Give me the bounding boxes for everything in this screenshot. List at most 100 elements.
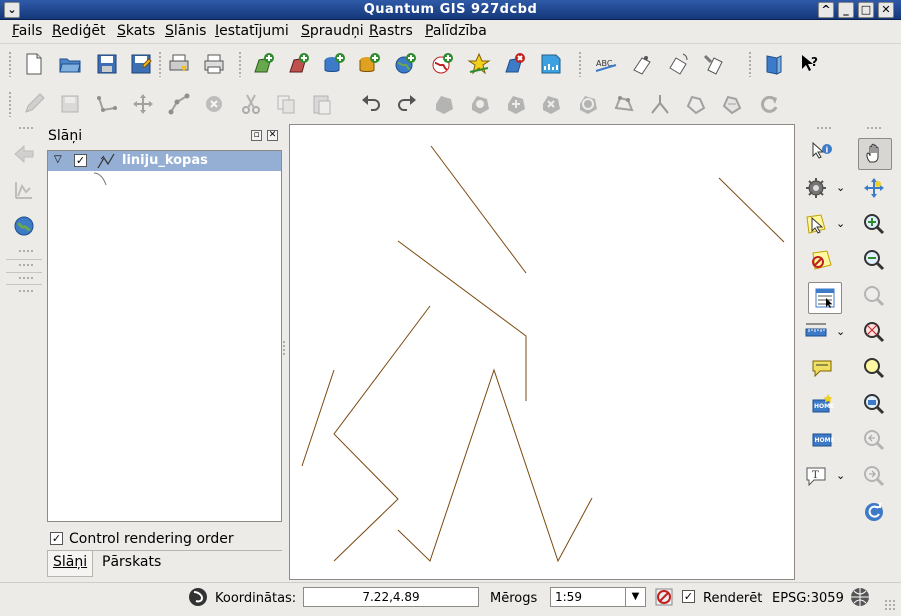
- toolbar-grip[interactable]: [18, 263, 34, 267]
- add-spatialite-layer-button[interactable]: [355, 50, 383, 78]
- print-button[interactable]: [200, 50, 228, 78]
- add-part-button[interactable]: [502, 90, 530, 118]
- measure-line-button[interactable]: [802, 318, 830, 346]
- zoom-full-button[interactable]: [860, 174, 888, 202]
- zoom-in-button[interactable]: [860, 210, 888, 238]
- zoom-actual-size-button[interactable]: [860, 354, 888, 382]
- split-features-button[interactable]: [646, 90, 674, 118]
- rotate-label-button[interactable]: [664, 50, 692, 78]
- delete-selected-button[interactable]: [200, 90, 228, 118]
- undo-button[interactable]: [357, 90, 385, 118]
- toggle-editing-button[interactable]: [20, 90, 48, 118]
- toolbar-grip[interactable]: [158, 51, 162, 77]
- remove-layer-button[interactable]: [501, 50, 529, 78]
- deselect-button[interactable]: [808, 246, 836, 274]
- zoom-next-button[interactable]: [860, 462, 888, 490]
- text-annotation-button[interactable]: T: [802, 462, 830, 490]
- tab-overview[interactable]: Pārskats: [97, 551, 166, 577]
- zoom-out-button[interactable]: [860, 246, 888, 274]
- new-vector-layer-button[interactable]: [465, 50, 493, 78]
- whats-this-button[interactable]: ?: [796, 50, 824, 78]
- add-postgis-layer-button[interactable]: [320, 50, 348, 78]
- map-tips-button[interactable]: [808, 354, 836, 382]
- toolbar-grip[interactable]: [8, 51, 12, 77]
- crs-status-button[interactable]: [846, 583, 874, 611]
- copy-features-button[interactable]: [272, 90, 300, 118]
- menu-file[interactable]: Fails: [12, 23, 42, 39]
- select-features-button[interactable]: [802, 210, 830, 238]
- new-bookmark-button[interactable]: HOME: [808, 390, 836, 418]
- chevron-down-icon[interactable]: ⌄: [836, 325, 845, 338]
- add-vector-layer-button[interactable]: [250, 50, 278, 78]
- save-project-button[interactable]: [93, 50, 121, 78]
- menu-plugins[interactable]: Spraudņi: [301, 23, 364, 39]
- menu-settings[interactable]: Iestatījumi: [215, 23, 289, 39]
- delete-part-button[interactable]: [574, 90, 602, 118]
- pan-button[interactable]: [858, 138, 892, 170]
- gps-tool-button[interactable]: [10, 140, 38, 168]
- map-canvas[interactable]: [289, 124, 795, 580]
- menu-help[interactable]: Palīdzība: [425, 23, 487, 39]
- georeferencer-button[interactable]: [10, 212, 38, 240]
- layer-item[interactable]: ▽ ✓ liniju_kopas: [48, 151, 281, 171]
- add-ring-button[interactable]: [466, 90, 494, 118]
- toolbar-grip[interactable]: [866, 126, 882, 130]
- capture-line-button[interactable]: [93, 90, 121, 118]
- menu-layer[interactable]: Slānis: [165, 23, 206, 39]
- layer-visibility-checkbox[interactable]: ✓: [74, 154, 87, 167]
- merge-features-button[interactable]: [682, 90, 710, 118]
- new-grid-button[interactable]: [537, 50, 565, 78]
- change-label-button[interactable]: [700, 50, 728, 78]
- help-button[interactable]: [760, 50, 788, 78]
- profile-tool-button[interactable]: [10, 176, 38, 204]
- window-minimize-button[interactable]: _: [838, 2, 854, 18]
- tab-layers[interactable]: Slāņi: [47, 551, 94, 577]
- chevron-down-icon[interactable]: ⌄: [836, 181, 845, 194]
- render-checkbox[interactable]: ✓: [682, 590, 695, 603]
- merge-attributes-button[interactable]: [718, 90, 746, 118]
- layer-tree[interactable]: ▽ ✓ liniju_kopas: [47, 150, 282, 522]
- refresh-button[interactable]: [860, 498, 888, 526]
- identify-button[interactable]: i: [808, 138, 836, 166]
- add-wfs-layer-button[interactable]: [428, 50, 456, 78]
- toolbar-grip[interactable]: [18, 289, 34, 293]
- toolbar-grip[interactable]: [8, 91, 12, 117]
- zoom-to-layer-button[interactable]: [860, 318, 888, 346]
- coordinates-field[interactable]: 7.22,4.89: [303, 587, 479, 607]
- window-shade-button[interactable]: ^: [818, 2, 834, 18]
- control-rendering-order-checkbox[interactable]: ✓: [50, 532, 63, 545]
- menu-edit[interactable]: Rediģēt: [52, 23, 106, 39]
- zoom-last-button[interactable]: [860, 426, 888, 454]
- toggle-extents-button[interactable]: [184, 583, 212, 611]
- toolbar-grip[interactable]: [18, 276, 34, 280]
- resize-grip[interactable]: [884, 599, 896, 611]
- print-composer-button[interactable]: [165, 50, 193, 78]
- chevron-down-icon[interactable]: ⌄: [836, 217, 845, 230]
- rotate-point-symbols-button[interactable]: [755, 90, 783, 118]
- scale-combo[interactable]: 1:59 ▼: [550, 587, 646, 607]
- redo-button[interactable]: [393, 90, 421, 118]
- paste-features-button[interactable]: [308, 90, 336, 118]
- open-project-button[interactable]: [56, 50, 84, 78]
- save-edits-button[interactable]: [56, 90, 84, 118]
- open-attribute-table-button[interactable]: [808, 282, 842, 314]
- toolbar-grip[interactable]: [748, 51, 752, 77]
- add-wms-layer-button[interactable]: [391, 50, 419, 78]
- crs-label[interactable]: EPSG:3059: [772, 591, 844, 606]
- toolbar-grip[interactable]: [238, 51, 242, 77]
- add-raster-layer-button[interactable]: [285, 50, 313, 78]
- collapse-arrow-icon[interactable]: ▽: [54, 154, 62, 165]
- menu-view[interactable]: Skats: [117, 23, 155, 39]
- label-button[interactable]: ABC: [592, 50, 620, 78]
- dock-splitter-handle[interactable]: [282, 340, 286, 356]
- node-tool-button[interactable]: [165, 90, 193, 118]
- save-as-button[interactable]: [127, 50, 155, 78]
- move-feature-button[interactable]: [129, 90, 157, 118]
- window-close-button[interactable]: ✕: [878, 2, 894, 18]
- reshape-features-button[interactable]: [610, 90, 638, 118]
- cut-features-button[interactable]: [237, 90, 265, 118]
- show-bookmarks-button[interactable]: HOME: [808, 426, 836, 454]
- toolbar-grip[interactable]: [18, 126, 34, 130]
- chevron-down-icon[interactable]: ▼: [625, 588, 645, 606]
- zoom-to-selection-button[interactable]: [860, 282, 888, 310]
